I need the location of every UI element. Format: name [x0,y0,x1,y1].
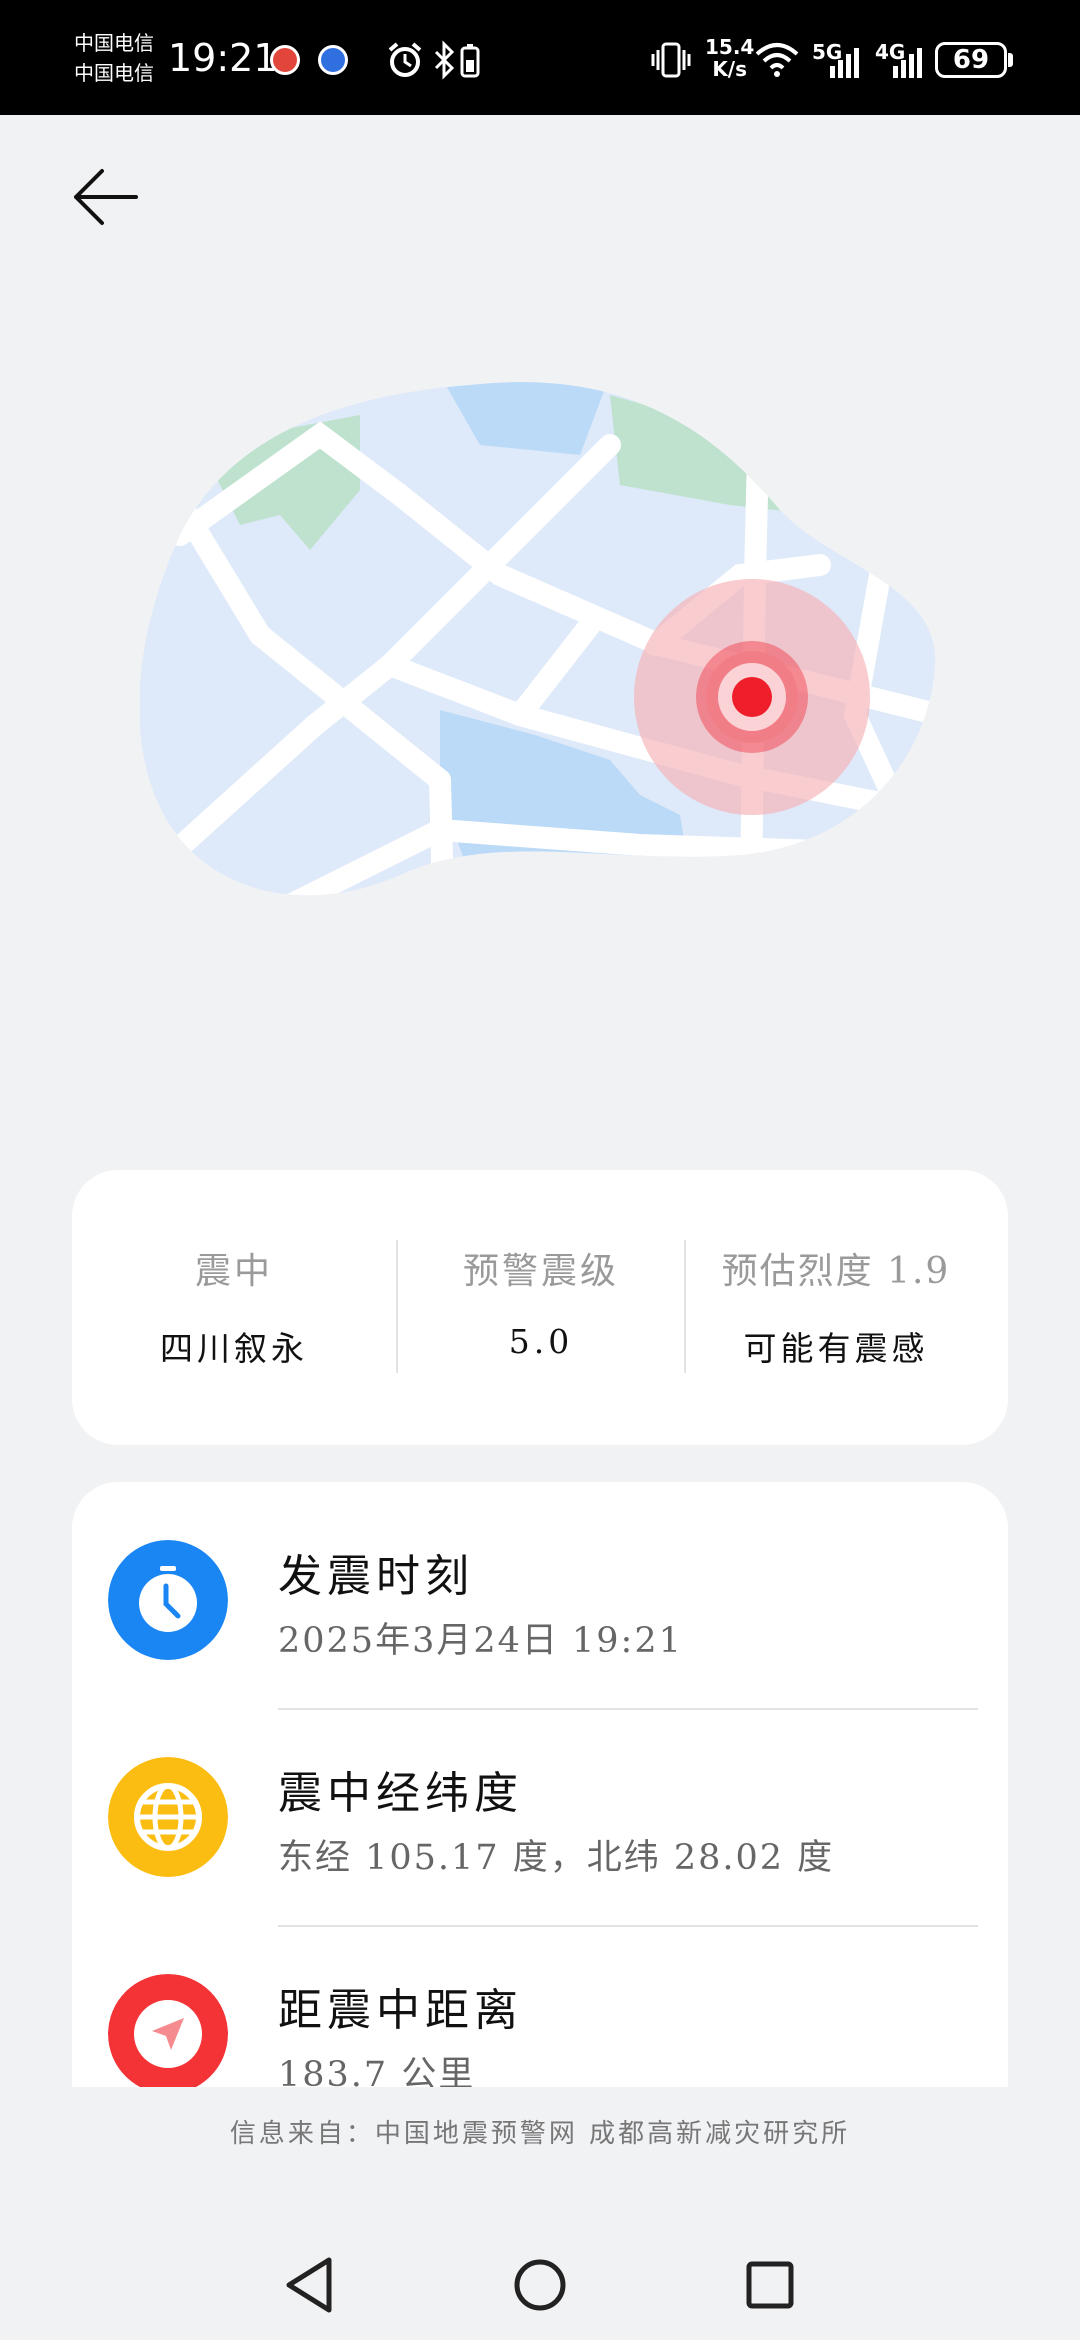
globe-icon [108,1757,228,1877]
magnitude-column: 预警震级 5.0 [398,1170,684,1445]
epicenter-marker-icon [634,579,870,815]
distance-value: 183.7 公里 [278,2055,476,2087]
battery-indicator: 69 [935,42,1007,78]
coords-value: 东经 105.17 度，北纬 28.02 度 [278,1838,835,1878]
distance-title: 距震中距离 [278,1985,523,2036]
network-speed-unit: K/s [712,57,748,81]
vibrate-icon [651,42,691,78]
notification-app-icon [270,45,300,75]
back-arrow-icon[interactable] [70,165,140,230]
time-value: 2025年3月24日 19:21 [278,1621,683,1661]
info-source: 信息来自：中国地震预警网 成都高新减灾研究所 [229,2119,851,2149]
summary-card: 震中 四川叙永 预警震级 5.0 预估烈度 1.9 可能有震感 [72,1170,1008,1445]
network-speed-value: 15.4 [705,35,755,59]
signal-5g-icon [830,42,864,78]
nav-recents-icon[interactable] [735,2250,805,2320]
notification-app-icon-2 [318,45,348,75]
network-speed: 15.4 K/s [705,36,754,80]
time-title: 发震时刻 [278,1551,474,1602]
carrier-2: 中国电信 [74,61,154,85]
wifi-icon [755,43,799,77]
battery-tip [1008,53,1013,67]
status-bar: 中国电信 中国电信 19:21 15.4 K/s 5G 4G 69 [0,0,1080,115]
detail-row-distance: 距震中距离 183.7 公里 [72,1916,1008,2087]
status-time: 19:21 [168,36,278,80]
detail-row-time: 发震时刻 2025年3月24日 19:21 [72,1482,1008,1710]
intensity-label: 预估烈度 1.9 [721,1251,951,1292]
epicenter-map [140,382,936,896]
coords-title: 震中经纬度 [278,1768,523,1819]
nav-back-icon[interactable] [275,2250,345,2320]
intensity-value: 可能有震感 [743,1329,929,1368]
detail-card: 发震时刻 2025年3月24日 19:21 震中经纬度 东经 105.17 度，… [72,1482,1008,2087]
bluetooth-battery-icon [434,40,480,80]
epicenter-value: 四川叙永 [160,1329,308,1368]
carrier-info: 中国电信 中国电信 [74,28,154,88]
magnitude-value: 5.0 [508,1322,574,1361]
alarm-icon [388,42,422,77]
navigation-arrow-icon [108,1974,228,2087]
clock-icon [108,1540,228,1660]
intensity-column: 预估烈度 1.9 可能有震感 [686,1170,986,1445]
epicenter-label: 震中 [194,1251,273,1292]
magnitude-label: 预警震级 [462,1251,619,1292]
detail-row-coords: 震中经纬度 东经 105.17 度，北纬 28.02 度 [72,1699,1008,1927]
epicenter-column: 震中 四川叙永 [72,1170,396,1445]
nav-home-icon[interactable] [505,2250,575,2320]
signal-4g-icon [893,42,927,78]
carrier-1: 中国电信 [74,31,154,55]
